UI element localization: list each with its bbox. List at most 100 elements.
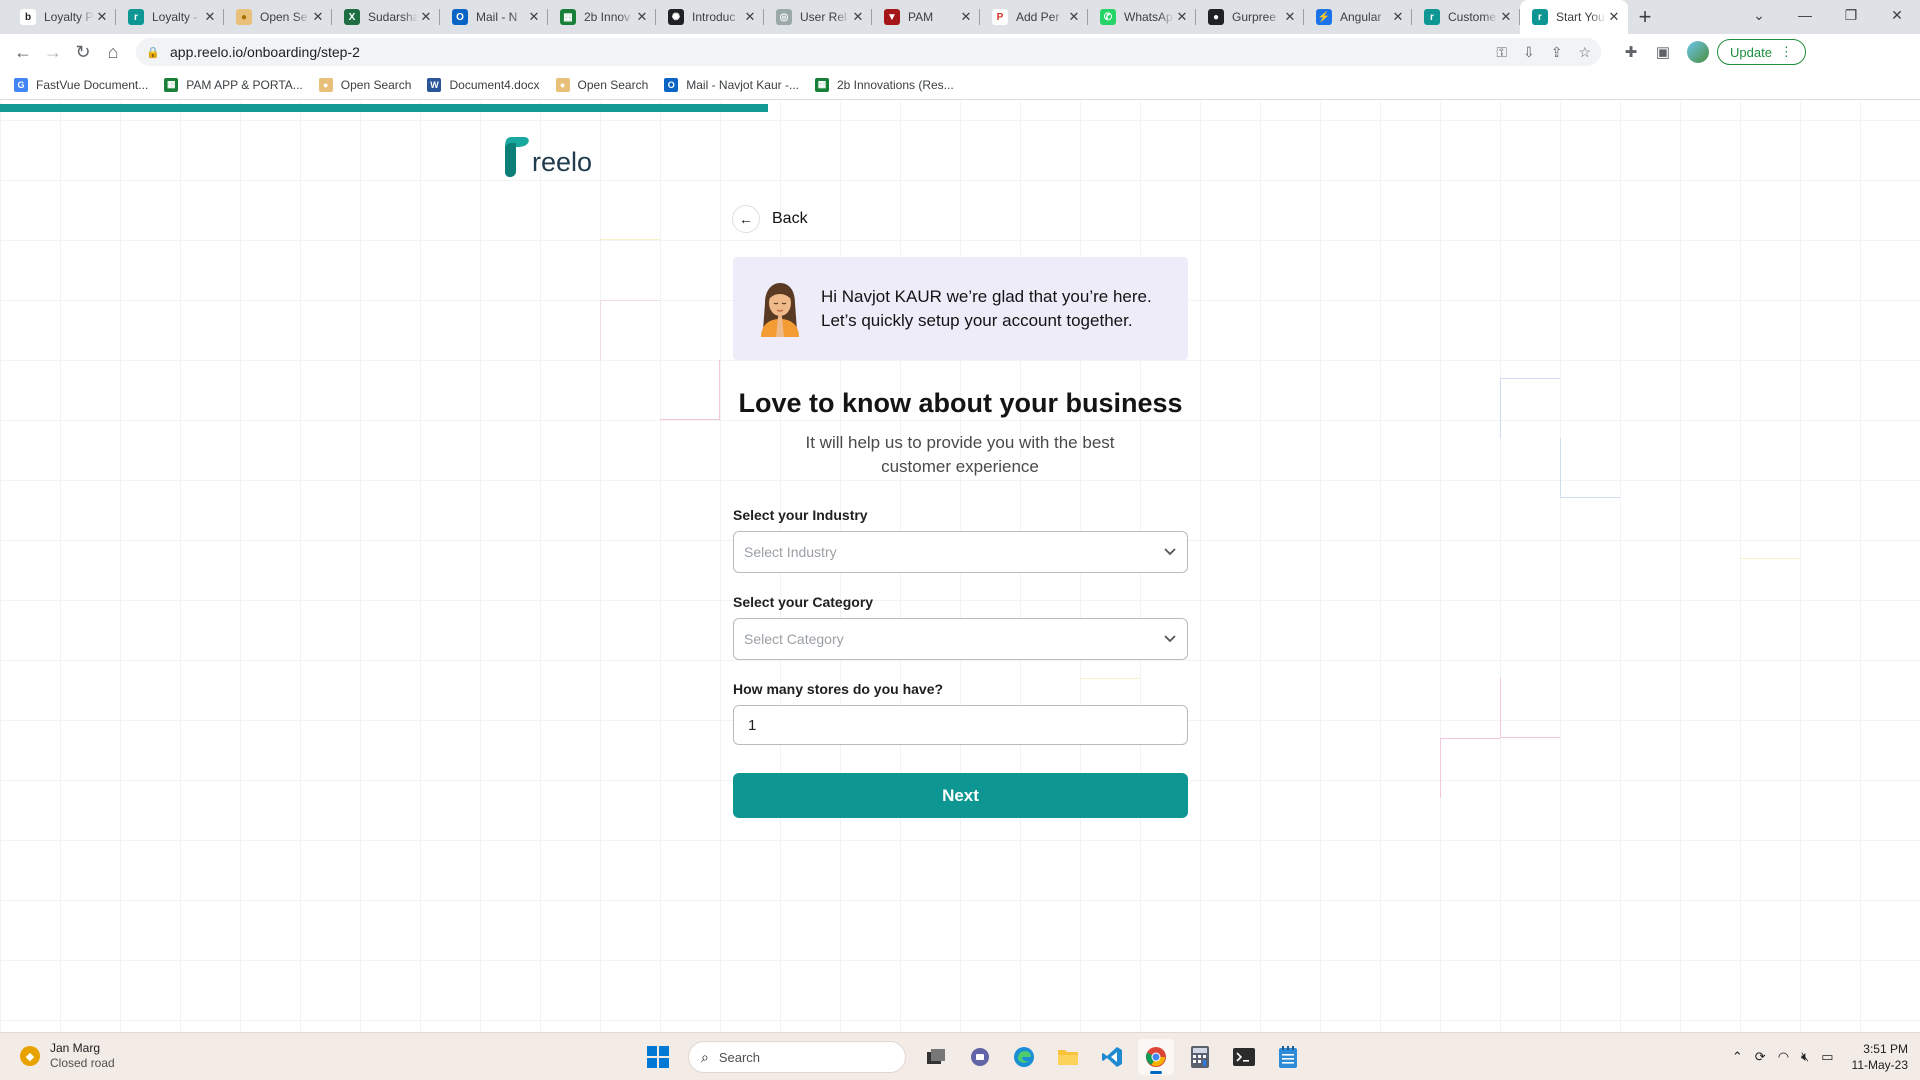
tab-close-icon[interactable]: ✕ (1390, 9, 1406, 25)
bookmark-item[interactable]: ● Open Search (318, 77, 411, 92)
sync-icon[interactable]: ⟳ (1755, 1049, 1766, 1065)
tab-close-icon[interactable]: ✕ (1606, 9, 1622, 25)
tab-title: Gurpree (1232, 10, 1277, 24)
browser-tab[interactable]: O Mail - N ✕ (440, 0, 548, 34)
browser-tab[interactable]: ● Open Se ✕ (224, 0, 332, 34)
taskbar-search[interactable]: ⌕ Search (688, 1041, 906, 1073)
tab-favicon-icon: r (1532, 9, 1548, 25)
calculator-icon[interactable] (1182, 1039, 1218, 1075)
file-explorer-icon[interactable] (1050, 1039, 1086, 1075)
tab-close-icon[interactable]: ✕ (202, 9, 218, 25)
vscode-icon[interactable] (1094, 1039, 1130, 1075)
update-button[interactable]: Update ⋮ (1717, 39, 1806, 65)
more-menu-icon: ⋮ (1779, 44, 1793, 59)
side-panel-icon[interactable]: ▣ (1647, 43, 1679, 61)
bookmark-label: Open Search (577, 77, 649, 92)
category-select[interactable]: Select Category (733, 618, 1188, 660)
next-button[interactable]: Next (733, 773, 1188, 818)
bookmark-favicon-icon: W (427, 77, 442, 92)
bookmark-item[interactable]: ● Open Search (555, 77, 649, 92)
tab-search-icon[interactable]: ⌄ (1736, 0, 1782, 30)
browser-tab[interactable]: X Sudarsha ✕ (332, 0, 440, 34)
install-icon[interactable]: ⇩ (1523, 44, 1535, 61)
grid-accent (1500, 378, 1560, 438)
new-tab-button[interactable]: + (1628, 0, 1662, 34)
tab-close-icon[interactable]: ✕ (958, 9, 974, 25)
browser-tab[interactable]: ▼ PAM ✕ (872, 0, 980, 34)
weather-widget[interactable]: ◆ Jan Marg Closed road (20, 1041, 115, 1071)
key-icon[interactable]: ⚿ (1496, 44, 1507, 61)
bookmark-favicon-icon: ● (318, 77, 333, 92)
reelo-logo[interactable]: reelo (500, 137, 592, 177)
tab-title: WhatsAp (1124, 10, 1173, 24)
browser-tab[interactable]: ▦ 2b Innov ✕ (548, 0, 656, 34)
category-placeholder: Select Category (744, 631, 844, 647)
lock-icon: 🔒 (146, 46, 160, 59)
tab-close-icon[interactable]: ✕ (742, 9, 758, 25)
tab-close-icon[interactable]: ✕ (310, 9, 326, 25)
browser-tab[interactable]: r Start You ✕ (1520, 0, 1628, 34)
bookmark-item[interactable]: G FastVue Document... (14, 77, 148, 92)
taskbar: ◆ Jan Marg Closed road ⌕ Search ⌃ ⟳ ◠ 🔇︎… (0, 1032, 1920, 1080)
tab-close-icon[interactable]: ✕ (850, 9, 866, 25)
tab-close-icon[interactable]: ✕ (1282, 9, 1298, 25)
browser-tab[interactable]: ● Gurpree ✕ (1196, 0, 1304, 34)
wifi-icon[interactable]: ◠ (1778, 1049, 1789, 1065)
extensions-icon[interactable]: ✚ (1615, 43, 1647, 61)
bookmark-label: Document4.docx (449, 77, 540, 92)
reload-button[interactable]: ↻ (68, 37, 98, 67)
tab-close-icon[interactable]: ✕ (418, 9, 434, 25)
bookmark-item[interactable]: O Mail - Navjot Kaur -... (664, 77, 799, 92)
teams-chat-icon[interactable] (962, 1039, 998, 1075)
tab-favicon-icon: ▼ (884, 9, 900, 25)
tab-favicon-icon: r (128, 9, 144, 25)
tab-close-icon[interactable]: ✕ (1174, 9, 1190, 25)
window-controls: ⌄ — ❐ ✕ (1736, 0, 1920, 30)
start-menu-icon[interactable] (640, 1039, 676, 1075)
browser-tab[interactable]: ✆ WhatsAp ✕ (1088, 0, 1196, 34)
battery-icon[interactable]: ▭ (1821, 1049, 1833, 1065)
address-bar[interactable]: 🔒 app.reelo.io/onboarding/step-2 ⚿ ⇩ ⇪ ☆ (136, 38, 1601, 66)
chrome-icon[interactable] (1138, 1039, 1174, 1075)
close-window-button[interactable]: ✕ (1874, 0, 1920, 30)
browser-tab[interactable]: ⚡ Angular ✕ (1304, 0, 1412, 34)
tab-favicon-icon: r (1424, 9, 1440, 25)
back-button[interactable]: ← Back (732, 205, 808, 233)
browser-tab[interactable]: r Loyalty - ✕ (116, 0, 224, 34)
memoji-avatar-icon (761, 282, 799, 337)
notepad-icon[interactable] (1270, 1039, 1306, 1075)
arrow-left-icon: ← (732, 205, 760, 233)
edge-browser-icon[interactable] (1006, 1039, 1042, 1075)
browser-tab[interactable]: P Add Per ✕ (980, 0, 1088, 34)
tab-close-icon[interactable]: ✕ (1498, 9, 1514, 25)
minimize-button[interactable]: — (1782, 0, 1828, 30)
tab-favicon-icon: ▦ (560, 9, 576, 25)
task-view-icon[interactable] (918, 1039, 954, 1075)
browser-tab[interactable]: r Custome ✕ (1412, 0, 1520, 34)
browser-tab[interactable]: ✺ Introduc ✕ (656, 0, 764, 34)
industry-select[interactable]: Select Industry (733, 531, 1188, 573)
profile-avatar[interactable] (1687, 41, 1709, 63)
tab-close-icon[interactable]: ✕ (1066, 9, 1082, 25)
bookmark-star-icon[interactable]: ☆ (1578, 44, 1591, 61)
volume-muted-icon[interactable]: 🔇︎ (1801, 1049, 1809, 1065)
tab-close-icon[interactable]: ✕ (526, 9, 542, 25)
browser-tab[interactable]: ◎ User Rel ✕ (764, 0, 872, 34)
share-icon[interactable]: ⇪ (1551, 44, 1563, 61)
forward-nav-button[interactable]: → (38, 37, 68, 67)
stores-input[interactable]: 1 (733, 705, 1188, 745)
bookmark-item[interactable]: ▦ PAM APP & PORTA... (164, 77, 303, 92)
tab-close-icon[interactable]: ✕ (94, 9, 110, 25)
home-button[interactable]: ⌂ (98, 37, 128, 67)
browser-tab[interactable]: b Loyalty P ✕ (8, 0, 116, 34)
reelo-logo-icon (505, 137, 529, 177)
bookmark-item[interactable]: W Document4.docx (427, 77, 540, 92)
back-nav-button[interactable]: ← (8, 37, 38, 67)
clock[interactable]: 3:51 PM 11-May-23 (1852, 1041, 1908, 1073)
chevron-up-icon[interactable]: ⌃ (1732, 1049, 1743, 1065)
restore-button[interactable]: ❐ (1828, 0, 1874, 30)
terminal-icon[interactable] (1226, 1039, 1262, 1075)
bookmark-item[interactable]: ▦ 2b Innovations (Res... (814, 77, 954, 92)
traffic-warning-icon: ◆ (20, 1046, 40, 1066)
tab-close-icon[interactable]: ✕ (634, 9, 650, 25)
